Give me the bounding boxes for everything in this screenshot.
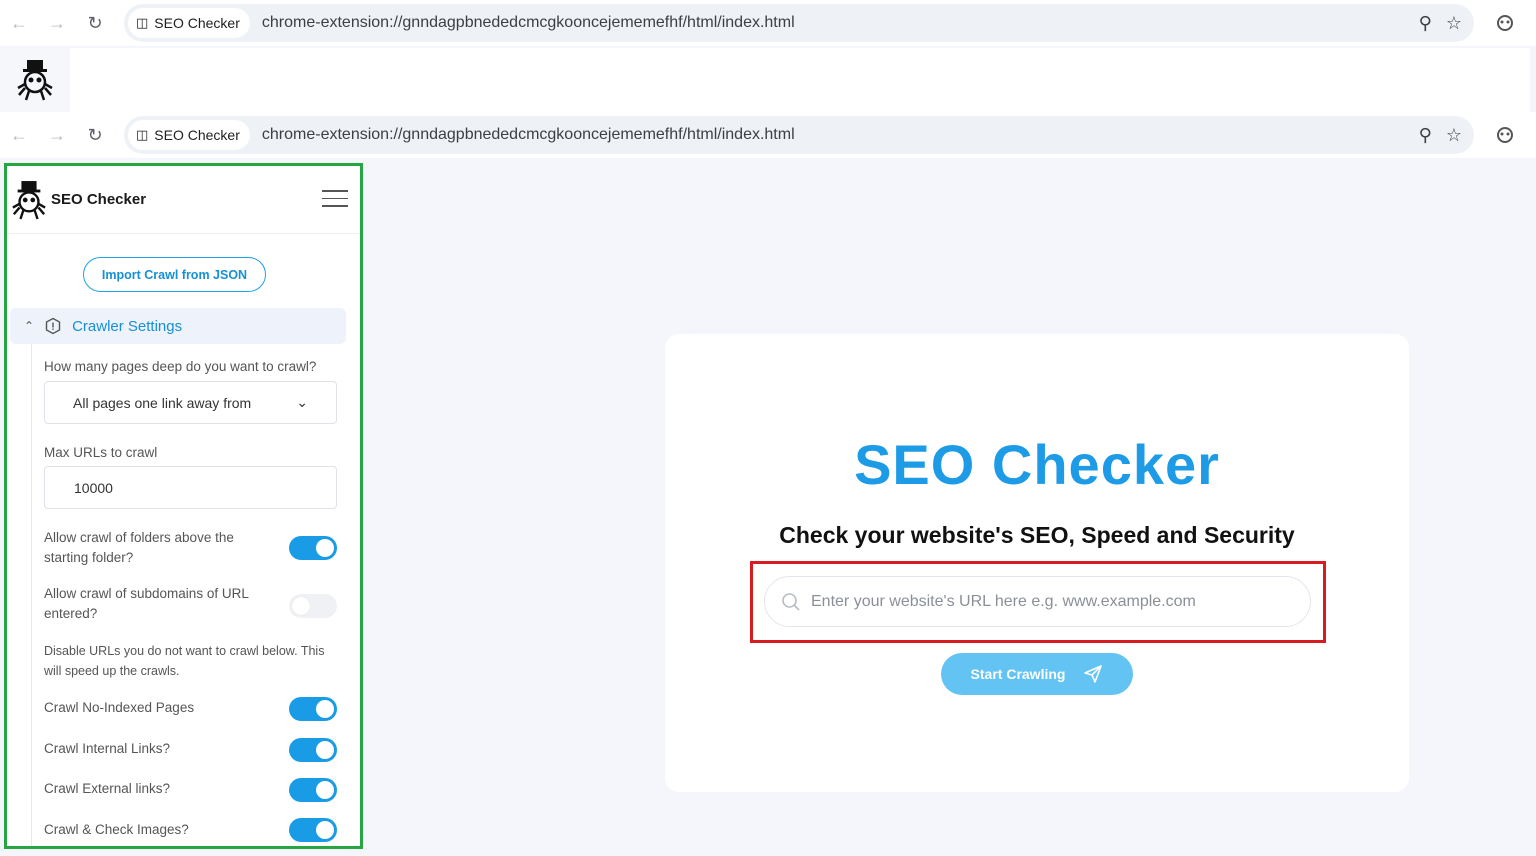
crawl-depth-select[interactable]: All pages one link away from ⌄ — [44, 381, 337, 424]
url-text[interactable]: chrome-extension://gnndagpbnededcmcgkoon… — [262, 126, 795, 144]
settings-sidebar: SEO Checker Import Crawl from JSON ⌃ Cra… — [4, 163, 363, 849]
send-icon — [1084, 665, 1103, 683]
extension-icon: ◫ — [136, 15, 149, 30]
address-bar[interactable]: ◫ SEO Checker chrome-extension://gnndagp… — [124, 4, 1474, 42]
extension-strip — [0, 48, 1530, 112]
crawler-settings-accordion[interactable]: ⌃ Crawler Settings — [10, 308, 346, 344]
url-text[interactable]: chrome-extension://gnndagpbnededcmcgkoon… — [262, 14, 795, 32]
hero-subtitle: Check your website's SEO, Speed and Secu… — [779, 522, 1295, 548]
toggle-label-noindexed: Crawl No-Indexed Pages — [44, 700, 195, 715]
start-crawling-button[interactable]: Start Crawling — [941, 653, 1133, 695]
bookmark-star-icon[interactable]: ☆ — [1446, 125, 1462, 146]
address-bar[interactable]: ◫ SEO Checker chrome-extension://gnndagp… — [124, 116, 1474, 154]
reload-icon[interactable]: ↻ — [76, 4, 114, 42]
disable-urls-note: Disable URLs you do not want to crawl be… — [44, 644, 325, 678]
zoom-icon[interactable]: ⚲ — [1419, 125, 1432, 146]
back-icon[interactable]: ← — [0, 4, 38, 42]
browser-toolbar-top: ← → ↻ ◫ SEO Checker chrome-extension://g… — [0, 0, 1536, 46]
tab-chip[interactable]: ◫ SEO Checker — [128, 8, 250, 38]
noindexed-toggle[interactable] — [289, 697, 337, 721]
sidebar-header: SEO Checker — [7, 166, 360, 234]
reload-icon[interactable]: ↻ — [76, 116, 114, 154]
url-input[interactable] — [811, 592, 1271, 611]
forward-icon[interactable]: → — [38, 116, 76, 154]
app-logo — [0, 48, 70, 112]
max-urls-value: 10000 — [74, 479, 113, 496]
start-crawling-label: Start Crawling — [970, 666, 1066, 682]
tab-chip-label: SEO Checker — [154, 127, 240, 143]
menu-icon[interactable] — [322, 190, 348, 213]
chevron-up-icon: ⌃ — [24, 319, 35, 333]
chevron-down-icon: ⌄ — [296, 394, 308, 410]
spider-logo-icon — [17, 60, 53, 101]
profile-icon[interactable] — [1494, 12, 1516, 34]
page-content: SEO Checker Import Crawl from JSON ⌃ Cra… — [0, 160, 1536, 856]
url-search-box[interactable] — [764, 576, 1311, 627]
depth-label: How many pages deep do you want to crawl… — [44, 359, 317, 374]
max-urls-label: Max URLs to crawl — [44, 445, 158, 460]
sidebar-app-title: SEO Checker — [51, 191, 147, 208]
images-toggle[interactable] — [289, 818, 337, 842]
folders-label: Allow crawl of folders above the startin… — [44, 530, 234, 565]
max-urls-input[interactable]: 10000 — [44, 466, 337, 509]
tab-chip-label: SEO Checker — [154, 15, 240, 31]
search-icon — [782, 592, 800, 611]
hero-title: SEO Checker — [854, 433, 1220, 496]
accordion-guide-line — [31, 344, 32, 846]
spider-logo-icon — [12, 180, 46, 219]
bookmark-star-icon[interactable]: ☆ — [1446, 13, 1462, 34]
profile-icon[interactable] — [1494, 124, 1516, 146]
crawl-depth-value: All pages one link away from — [73, 394, 252, 411]
subdomains-toggle[interactable] — [289, 594, 337, 618]
section-title: Crawler Settings — [72, 317, 183, 335]
forward-icon[interactable]: → — [38, 4, 76, 42]
tab-chip[interactable]: ◫ SEO Checker — [128, 120, 250, 150]
external-links-toggle[interactable] — [289, 778, 337, 802]
toggle-label-external: Crawl External links? — [44, 781, 171, 796]
extension-icon: ◫ — [136, 127, 149, 142]
zoom-icon[interactable]: ⚲ — [1419, 13, 1432, 34]
folders-toggle[interactable] — [289, 536, 337, 560]
internal-links-toggle[interactable] — [289, 738, 337, 762]
toggle-label-internal: Crawl Internal Links? — [44, 741, 171, 756]
back-icon[interactable]: ← — [0, 116, 38, 154]
settings-info-icon — [45, 317, 61, 335]
browser-toolbar-inner: ← → ↻ ◫ SEO Checker chrome-extension://g… — [0, 112, 1536, 158]
toggle-label-images: Crawl & Check Images? — [44, 822, 189, 837]
subdomains-label: Allow crawl of subdomains of URL entered… — [44, 586, 249, 621]
import-json-button[interactable]: Import Crawl from JSON — [83, 257, 266, 292]
